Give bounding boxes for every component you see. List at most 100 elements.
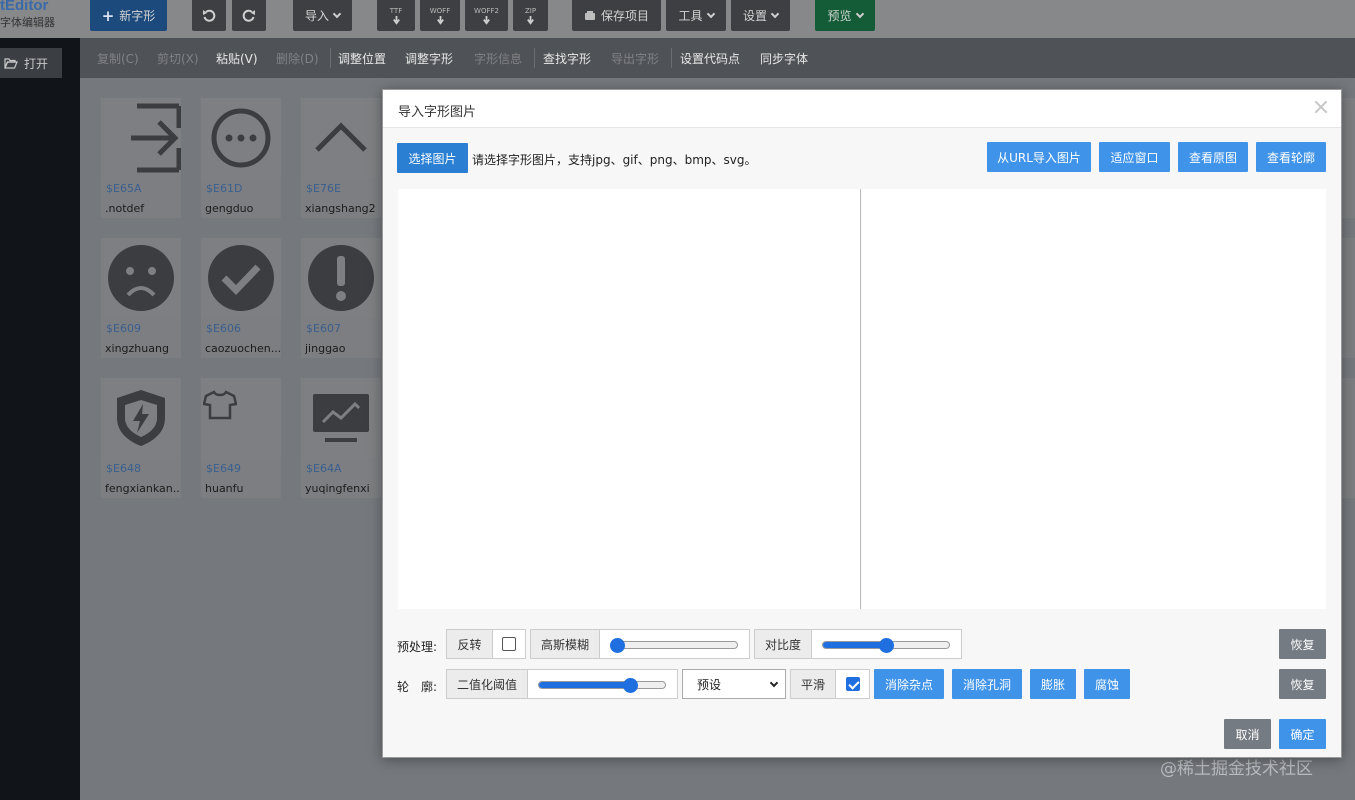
adjust-glyph-button[interactable]: 调整字形	[405, 50, 453, 67]
glyph-cell[interactable]: $E649 huanfu	[201, 378, 281, 498]
threshold-slider[interactable]	[528, 670, 677, 700]
monitor-chart-icon	[301, 378, 381, 458]
slider-thumb[interactable]	[623, 678, 638, 693]
contrast-group: 对比度	[754, 629, 962, 659]
import-dropdown[interactable]: 导入	[293, 0, 352, 31]
set-codepoint-button[interactable]: 设置代码点	[680, 50, 740, 67]
smooth-label: 平滑	[791, 670, 836, 698]
slider-fill	[539, 682, 632, 688]
preset-value: 预设	[697, 677, 722, 692]
erode-button[interactable]: 腐蚀	[1084, 669, 1130, 699]
contrast-slider[interactable]	[812, 630, 961, 660]
fit-window-button[interactable]: 适应窗口	[1099, 142, 1170, 172]
ok-button[interactable]: 确定	[1279, 719, 1326, 749]
glyph-cell[interactable]: $E61D gengduo	[201, 98, 281, 218]
cut-button[interactable]: 剪切(X)	[157, 50, 199, 67]
glyph-info-button[interactable]: 字形信息	[474, 50, 522, 67]
remove-holes-button[interactable]: 消除孔洞	[952, 669, 1022, 699]
new-glyph-button[interactable]: + 新字形	[90, 0, 167, 31]
chevron-down-icon	[770, 9, 780, 18]
glyph-cell[interactable]: $E609 xingzhuang	[101, 238, 181, 358]
export-woff2-button[interactable]: WOFF2	[465, 0, 508, 31]
dialog-body: 选择图片 请选择字形图片，支持jpg、gif、png、bmp、svg。 从URL…	[383, 128, 1341, 757]
glyph-cell[interactable]	[1342, 378, 1355, 498]
glyph-name: xingzhuang	[105, 342, 169, 355]
exit-icon	[101, 98, 181, 178]
preprocess-reset-button[interactable]: 恢复	[1279, 629, 1326, 659]
save-project-button[interactable]: 保存项目	[572, 0, 661, 31]
app-title: tEditor	[0, 0, 49, 14]
smooth-checkbox[interactable]	[845, 677, 860, 691]
undo-button[interactable]	[192, 0, 226, 31]
glyph-code: $E649	[206, 462, 241, 475]
folder-open-icon	[4, 57, 18, 69]
glyph-cell[interactable]: $E606 caozuochen...	[201, 238, 281, 358]
glyph-code: $E606	[206, 322, 241, 335]
glyph-cell[interactable]	[1342, 98, 1355, 218]
choose-image-button[interactable]: 选择图片	[397, 143, 468, 173]
find-glyph-button[interactable]: 查找字形	[543, 50, 591, 67]
paste-button[interactable]: 粘贴(V)	[216, 50, 258, 67]
slider-thumb[interactable]	[610, 638, 625, 653]
contour-label: 轮 廓:	[397, 680, 438, 694]
open-button[interactable]: 打开	[0, 48, 62, 78]
sidebar	[0, 38, 80, 800]
chevron-down-icon	[769, 678, 779, 688]
remove-noise-button[interactable]: 消除杂点	[874, 669, 944, 699]
warning-icon	[301, 238, 381, 318]
divider	[330, 48, 331, 68]
glyph-cell[interactable]: $E607 jinggao	[301, 238, 381, 358]
cancel-button[interactable]: 取消	[1224, 719, 1271, 749]
download-icon	[483, 15, 490, 25]
view-original-button[interactable]: 查看原图	[1178, 142, 1248, 172]
glyph-code: $E65A	[106, 182, 142, 195]
settings-dropdown[interactable]: 设置	[731, 0, 790, 31]
adjust-position-button[interactable]: 调整位置	[338, 50, 386, 67]
redo-icon	[242, 9, 255, 22]
download-icon	[392, 15, 400, 25]
invert-checkbox[interactable]	[502, 637, 516, 651]
glyph-name: jinggao	[305, 342, 346, 355]
delete-button[interactable]: 删除(D)	[276, 50, 319, 67]
view-outline-button[interactable]: 查看轮廓	[1256, 142, 1326, 172]
glyph-cell[interactable]: $E64A yuqingfenxi	[301, 378, 381, 498]
edit-toolbar: 复制(C) 剪切(X) 粘贴(V) 删除(D) 调整位置 调整字形 字形信息 查…	[80, 38, 1355, 78]
redo-button[interactable]	[232, 0, 266, 31]
original-image-canvas[interactable]	[398, 189, 861, 609]
shirt-icon	[201, 378, 281, 458]
export-ttf-button[interactable]: TTF	[377, 0, 415, 31]
import-glyph-image-dialog: 导入字形图片 选择图片 请选择字形图片，支持jpg、gif、png、bmp、sv…	[382, 89, 1342, 758]
export-woff-button[interactable]: WOFF	[420, 0, 460, 31]
glyph-name: caozuochen...	[205, 342, 281, 355]
contour-reset-button[interactable]: 恢复	[1279, 669, 1326, 699]
copy-button[interactable]: 复制(C)	[97, 50, 139, 67]
preview-dropdown[interactable]: 预览	[815, 0, 875, 31]
glyph-code: $E61D	[206, 182, 243, 195]
preset-select[interactable]: 预设	[682, 669, 786, 699]
slider-thumb[interactable]	[879, 638, 894, 653]
glyph-name: yuqingfenxi	[305, 482, 370, 495]
glyph-code: $E64A	[306, 462, 342, 475]
threshold-group: 二值化阈值	[446, 669, 678, 699]
format-hint: 请选择字形图片，支持jpg、gif、png、bmp、svg。	[472, 153, 757, 167]
sync-font-button[interactable]: 同步字体	[760, 50, 808, 67]
glyph-cell[interactable]: $E648 fengxiankan...	[101, 378, 181, 498]
import-from-url-button[interactable]: 从URL导入图片	[987, 142, 1091, 172]
top-toolbar: tEditor 字体编辑器 + 新字形 导入 TTF WOFF WOFF2 ZI…	[0, 0, 1355, 38]
outline-preview-canvas[interactable]	[862, 189, 1326, 609]
slider-fill	[823, 642, 888, 648]
export-zip-button[interactable]: ZIP	[513, 0, 548, 31]
sad-face-icon	[101, 238, 181, 318]
dilate-button[interactable]: 膨胀	[1030, 669, 1076, 699]
tools-dropdown[interactable]: 工具	[666, 0, 726, 31]
export-glyph-button[interactable]: 导出字形	[611, 50, 659, 67]
divider	[534, 48, 535, 68]
glyph-cell[interactable]	[1342, 238, 1355, 358]
glyph-name: huanfu	[205, 482, 244, 495]
glyph-cell[interactable]: $E76E xiangshang2	[301, 98, 381, 218]
glyph-cell[interactable]: $E65A .notdef	[101, 98, 181, 218]
close-icon[interactable]	[1313, 99, 1329, 115]
gaussian-blur-slider[interactable]	[600, 630, 749, 660]
chevron-down-icon	[706, 9, 715, 18]
app-brand: tEditor 字体编辑器	[0, 0, 80, 38]
